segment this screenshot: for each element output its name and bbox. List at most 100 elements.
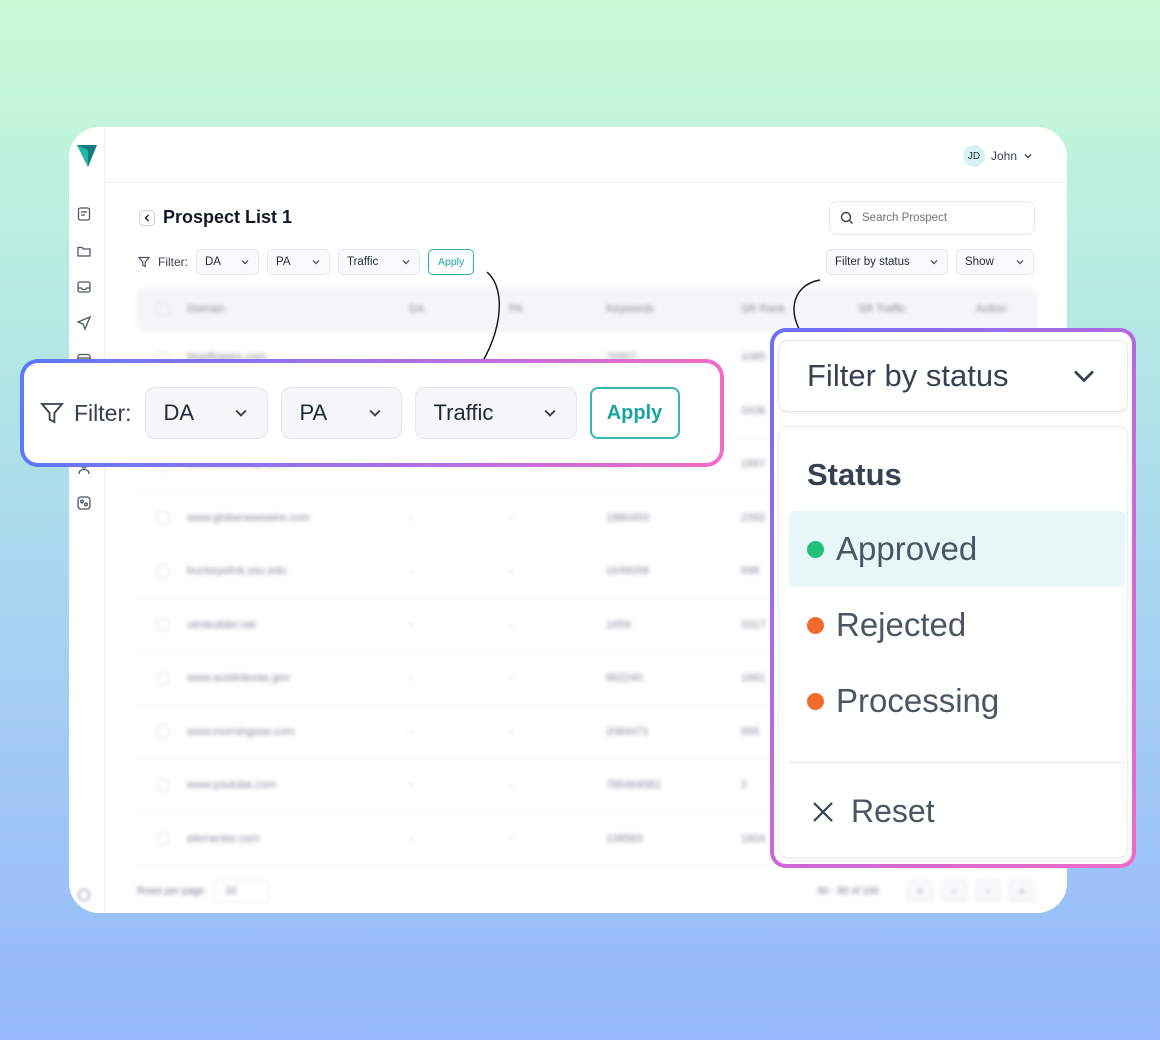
- chevron-down-icon: [544, 409, 555, 417]
- status-filter-value: Filter by status: [835, 256, 910, 268]
- back-button[interactable]: [139, 209, 155, 226]
- pa-cell: -: [509, 832, 513, 845]
- status-option-approved[interactable]: Approved: [789, 511, 1125, 587]
- last-page-button[interactable]: »: [1009, 880, 1035, 902]
- status-option-processing[interactable]: Processing: [789, 663, 1125, 739]
- column-header[interactable]: SR Rank: [741, 303, 858, 315]
- pa-cell: -: [509, 565, 513, 578]
- help-icon[interactable]: [76, 887, 92, 903]
- show-select[interactable]: Show: [956, 249, 1034, 275]
- document-icon[interactable]: [76, 206, 92, 222]
- pagination: Rows per page 10 90 - 90 of 100 « ‹ › »: [95, 879, 1035, 903]
- zoomed-apply-button[interactable]: Apply: [589, 387, 680, 439]
- show-select-value: Show: [965, 256, 994, 268]
- da-cell: -: [409, 832, 413, 845]
- keywords-cell: 138583: [606, 832, 643, 845]
- keywords-cell: 2084471: [606, 725, 649, 738]
- traffic-select[interactable]: Traffic: [338, 249, 420, 275]
- status-dropdown-trigger[interactable]: Filter by status: [778, 340, 1128, 412]
- chevron-down-icon: [1016, 260, 1024, 265]
- search-box[interactable]: [829, 201, 1035, 235]
- next-page-button[interactable]: ›: [975, 880, 1001, 902]
- logo-icon: [77, 145, 97, 167]
- zoomed-traffic-select[interactable]: Traffic: [414, 387, 577, 439]
- settings-icon[interactable]: [76, 495, 92, 511]
- column-header[interactable]: Keywords: [606, 303, 741, 315]
- status-option-label: Approved: [836, 530, 978, 567]
- keywords-cell: 1659: [606, 618, 631, 631]
- row-checkbox[interactable]: [155, 511, 169, 525]
- column-header[interactable]: SR Traffic: [858, 303, 976, 315]
- status-menu-title: Status: [807, 457, 902, 492]
- folder-icon[interactable]: [76, 243, 92, 259]
- filter-bar: Filter: DA PA Traffic Apply: [138, 249, 475, 275]
- pa-cell: -: [509, 779, 513, 792]
- zoomed-filter-bar: Filter: DA PA Traffic Apply: [20, 359, 724, 467]
- chevron-left-icon: [144, 214, 149, 221]
- domain-cell: www.globenewswire.com: [187, 511, 310, 524]
- status-option-rejected[interactable]: Rejected: [789, 587, 1125, 663]
- pa-cell: -: [509, 672, 513, 685]
- column-header[interactable]: PA: [509, 303, 606, 315]
- domain-cell: elementor.com: [187, 832, 260, 845]
- select-all-checkbox[interactable]: [155, 302, 169, 316]
- da-cell: -: [409, 779, 413, 792]
- chevron-down-icon: [369, 409, 380, 417]
- rows-per-page-select[interactable]: 10: [214, 879, 271, 903]
- page-header: Prospect List 1: [139, 207, 292, 228]
- status-option-label: Rejected: [836, 606, 967, 643]
- rows-per-page-value: 10: [225, 885, 237, 897]
- chevron-down-icon: [402, 260, 410, 265]
- search-icon: [840, 211, 853, 224]
- row-checkbox[interactable]: [155, 725, 169, 739]
- apply-button[interactable]: Apply: [428, 249, 475, 275]
- column-header: Action: [976, 303, 1007, 315]
- chevron-down-icon: [312, 260, 320, 265]
- top-bar: JD John: [105, 127, 1067, 183]
- status-option-label: Processing: [836, 682, 1000, 719]
- zoomed-filter-content: Filter: DA PA Traffic Apply: [24, 363, 720, 463]
- row-checkbox[interactable]: [155, 671, 169, 685]
- domain-cell: www.morningstar.com: [187, 725, 295, 738]
- zoomed-da-select[interactable]: DA: [144, 387, 268, 439]
- send-icon[interactable]: [76, 315, 92, 331]
- table-header: Domain DA PA Keywords SR Rank SR Traffic…: [137, 287, 1037, 331]
- user-menu[interactable]: JD John: [962, 145, 1033, 167]
- prev-page-button[interactable]: ‹: [941, 880, 967, 902]
- pa-cell: -: [509, 725, 513, 738]
- chevron-down-icon: [235, 409, 246, 417]
- row-checkbox[interactable]: [155, 564, 169, 578]
- row-checkbox[interactable]: [155, 778, 169, 792]
- pa-select[interactable]: PA: [267, 249, 330, 275]
- column-header[interactable]: Domain: [187, 303, 409, 315]
- first-page-button[interactable]: «: [907, 880, 933, 902]
- da-cell: -: [409, 511, 413, 524]
- chevron-down-icon: [1024, 154, 1032, 159]
- keywords-cell: 1649058: [606, 565, 649, 578]
- row-checkbox[interactable]: [155, 618, 169, 632]
- status-dropdown-label: Filter by status: [807, 358, 1009, 393]
- status-dot-icon: [807, 616, 824, 634]
- status-filter-select[interactable]: Filter by status: [826, 249, 948, 275]
- traffic-select-value: Traffic: [347, 256, 379, 268]
- zoomed-traffic-value: Traffic: [433, 400, 494, 425]
- domain-cell: utmbuilder.net: [187, 618, 257, 631]
- column-header[interactable]: DA: [409, 303, 509, 315]
- domain-cell: www.youtube.com: [187, 779, 277, 792]
- da-select[interactable]: DA: [196, 249, 259, 275]
- zoomed-da-value: DA: [163, 400, 195, 425]
- search-input[interactable]: [862, 212, 1022, 224]
- row-checkbox[interactable]: [155, 832, 169, 846]
- filter-icon: [138, 256, 150, 268]
- da-cell: -: [409, 618, 413, 631]
- da-cell: -: [409, 672, 413, 685]
- table-controls: Filter by status Show: [826, 249, 1034, 275]
- zoomed-pa-select[interactable]: PA: [280, 387, 402, 439]
- da-cell: -: [409, 565, 413, 578]
- domain-cell: www.austintexas.gov: [187, 672, 290, 685]
- close-icon: [813, 801, 833, 822]
- menu-divider: [789, 762, 1125, 763]
- reset-label: Reset: [851, 793, 935, 829]
- reset-button[interactable]: Reset: [811, 793, 935, 830]
- inbox-icon[interactable]: [76, 279, 92, 295]
